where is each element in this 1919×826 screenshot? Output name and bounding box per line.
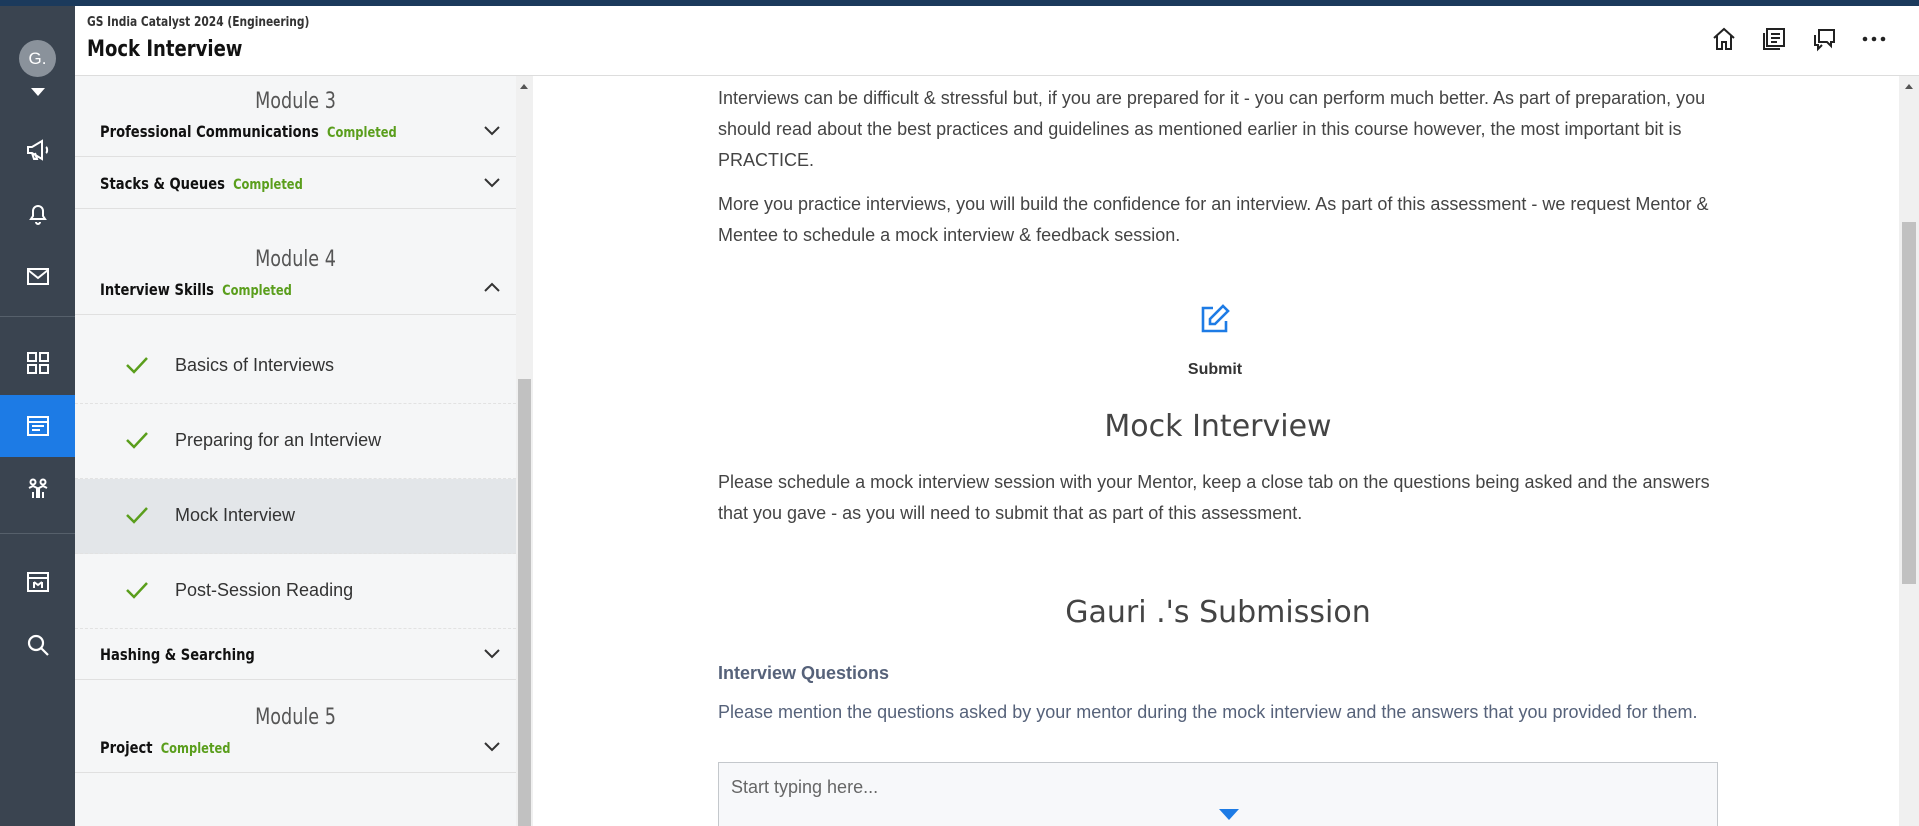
section-interview-skills[interactable]: Interview Skills Completed (75, 264, 516, 315)
status-badge: Completed (327, 125, 397, 141)
check-icon (126, 507, 148, 524)
search-icon[interactable] (0, 614, 75, 676)
grid-icon[interactable] (0, 332, 75, 394)
check-icon (126, 582, 148, 599)
chevron-down-icon[interactable] (482, 172, 502, 192)
caret-down-icon[interactable] (1219, 809, 1239, 820)
content-scrollbar[interactable] (1899, 76, 1919, 826)
app-rail: G. (0, 6, 75, 826)
intro-paragraph: More you practice interviews, you will b… (718, 194, 1709, 245)
edit-icon[interactable] (1198, 302, 1232, 336)
section-title: Project (100, 738, 153, 757)
section-title: Stacks & Queues (100, 174, 225, 193)
chevron-down-icon[interactable] (482, 736, 502, 756)
store-icon[interactable] (0, 551, 75, 613)
avatar[interactable]: G. (19, 40, 56, 77)
lesson-content: Interviews can be difficult & stressful … (533, 76, 1899, 826)
rail-divider (0, 533, 75, 534)
lesson-title: Basics of Interviews (175, 355, 335, 375)
instructions-paragraph: Please schedule a mock interview session… (718, 472, 1710, 523)
course-outline: Module 3 Professional Communications Comp… (75, 76, 516, 826)
section-professional-communications[interactable]: Professional Communications Completed (75, 106, 516, 157)
intro-paragraph: Interviews can be difficult & stressful … (718, 88, 1706, 170)
check-icon (126, 357, 148, 374)
status-badge: Completed (233, 177, 303, 193)
megaphone-icon[interactable] (0, 119, 75, 181)
scroll-up-arrow[interactable] (520, 84, 528, 89)
scrollbar-thumb[interactable] (518, 379, 531, 826)
scrollbar-thumb[interactable] (1902, 222, 1916, 584)
bell-icon[interactable] (0, 182, 75, 244)
more-icon[interactable] (1859, 24, 1889, 54)
lesson-title: Preparing for an Interview (175, 430, 382, 450)
page-header: GS India Catalyst 2024 (Engineering) Moc… (75, 6, 1919, 76)
editor-placeholder: Start typing here... (731, 777, 879, 797)
status-badge: Completed (222, 283, 292, 299)
section-title: Hashing & Searching (100, 645, 255, 664)
section-title: Interview Skills (100, 280, 214, 299)
lesson-item[interactable]: Preparing for an Interview (75, 404, 516, 479)
chevron-down-icon[interactable] (31, 88, 45, 96)
section-project[interactable]: Project Completed (75, 722, 516, 773)
page-title: Mock Interview (87, 37, 243, 62)
status-badge: Completed (160, 741, 231, 757)
chat-icon[interactable] (1809, 24, 1839, 54)
section-hashing-searching[interactable]: Hashing & Searching (75, 629, 516, 680)
mail-icon[interactable] (0, 245, 75, 307)
lesson-item[interactable]: Basics of Interviews (75, 329, 516, 404)
answer-editor[interactable]: Start typing here... (718, 762, 1718, 826)
lesson-title: Mock Interview (175, 505, 296, 525)
section-title: Professional Communications (100, 122, 319, 141)
course-name: GS India Catalyst 2024 (Engineering) (87, 15, 310, 30)
lesson-item-active[interactable]: Mock Interview (75, 479, 516, 554)
chevron-up-icon[interactable] (482, 278, 502, 298)
rail-divider (0, 316, 75, 317)
field-label: Interview Questions (718, 663, 890, 683)
scroll-up-arrow[interactable] (1905, 84, 1913, 89)
lesson-item[interactable]: Post-Session Reading (75, 554, 516, 629)
field-help-text: Please mention the questions asked by yo… (718, 702, 1698, 722)
check-icon (126, 432, 148, 449)
lesson-title: Post-Session Reading (175, 580, 354, 600)
chevron-down-icon[interactable] (482, 120, 502, 140)
section-stacks-queues[interactable]: Stacks & Queues Completed (75, 158, 516, 209)
chevron-down-icon[interactable] (482, 643, 502, 663)
submit-button[interactable]: Submit (1113, 361, 1317, 379)
section-heading: Mock Interview (1104, 409, 1332, 444)
course-icon[interactable] (0, 395, 75, 457)
sidebar-scrollbar[interactable] (516, 76, 533, 826)
community-icon[interactable] (0, 458, 75, 520)
home-icon[interactable] (1709, 24, 1739, 54)
library-icon[interactable] (1759, 24, 1789, 54)
submission-heading: Gauri .'s Submission (1065, 595, 1371, 630)
